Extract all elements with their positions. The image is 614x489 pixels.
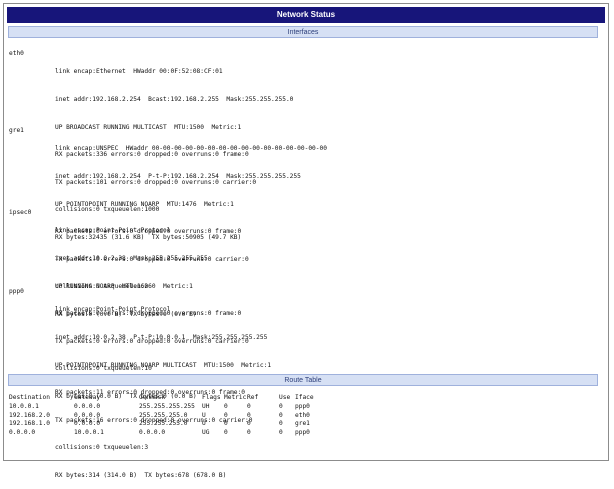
table-cell: UG [202,429,210,437]
column-header: Flags [202,394,221,401]
table-cell: eth0 [295,411,310,419]
interface-line: link encap:Ethernet HWaddr 00:0F:52:08:C… [55,68,223,76]
table-cell: 0.0.0.0 [74,420,101,428]
table-cell: 0.0.0.0 [74,411,101,419]
table-cell: ppp0 [295,429,310,437]
table-cell: 0 [279,411,283,419]
table-cell: 0 [224,429,228,437]
interface-line: link encap:Point-Point Protocol [55,227,171,235]
route-table-section-header: Route Table [8,374,598,386]
column-header: Destination [9,394,50,401]
interface-line: inet addr:192.168.2.254 Bcast:192.168.2.… [55,96,294,103]
table-cell: 192.168.1.0 [9,420,50,428]
table-cell: 0.0.0.0 [74,402,101,410]
interface-name: eth0 [9,50,24,57]
column-header: Gateway [74,394,101,401]
column-header: Ref [247,394,259,401]
interface-line: inet addr:192.168.2.254 P-t-P:192.168.2.… [55,173,301,180]
interface-name: ppp0 [9,288,24,295]
interface-name: gre1 [9,127,24,134]
table-cell: 0.0.0.0 [139,429,166,437]
table-cell: 0 [224,411,228,419]
interfaces-section-header: Interfaces [8,26,598,38]
table-cell: U [202,420,206,428]
interface-line: link encap:UNSPEC HWaddr 00-00-00-00-00-… [55,145,327,153]
interface-details: link encap:Point-Point Protocol inet add… [55,287,271,489]
table-cell: 0.0.0.0 [9,429,36,437]
table-cell: 10.0.0.1 [9,402,39,410]
table-cell: 0 [247,411,251,419]
interface-line: UP POINTOPOINT RUNNING NOARP MULTICAST M… [55,361,272,369]
table-cell: 0 [247,420,251,428]
interface-line: inet addr:10.0.2.38 Mask:255.255.255.255 [55,255,208,262]
interface-line: link encap:Point-Point Protocol [55,306,171,314]
table-cell: 0 [247,429,251,437]
table-cell: 0 [224,402,228,410]
table-cell: 255.255.255.255 [139,402,195,410]
column-header: Iface [295,394,314,401]
table-cell: 0 [279,420,283,428]
interface-name: ipsec0 [9,209,32,216]
interface-line: inet addr:10.0.2.38 P-t-P:10.0.0.1 Mask:… [55,334,268,341]
table-cell: UH [202,402,210,410]
interface-line: collisions:0 txqueuelen:3 [55,444,149,452]
interface-line: RX bytes:314 (314.0 B) TX bytes:678 (678… [55,471,227,479]
column-header: Metric [224,394,247,401]
table-cell: gre1 [295,420,310,428]
column-header: Genmask [139,394,166,401]
column-header: Use [279,394,291,401]
table-cell: ppp0 [295,402,310,410]
page-title: Network Status [7,7,605,23]
table-cell: U [202,411,206,419]
table-cell: 0 [279,429,283,437]
table-cell: 0 [247,402,251,410]
table-cell: 192.168.2.0 [9,411,50,419]
table-cell: 0 [279,402,283,410]
table-cell: 255.255.255.0 [139,420,188,428]
table-cell: 10.0.0.1 [74,429,104,437]
table-cell: 0 [224,420,228,428]
table-cell: 255.255.255.0 [139,411,188,419]
